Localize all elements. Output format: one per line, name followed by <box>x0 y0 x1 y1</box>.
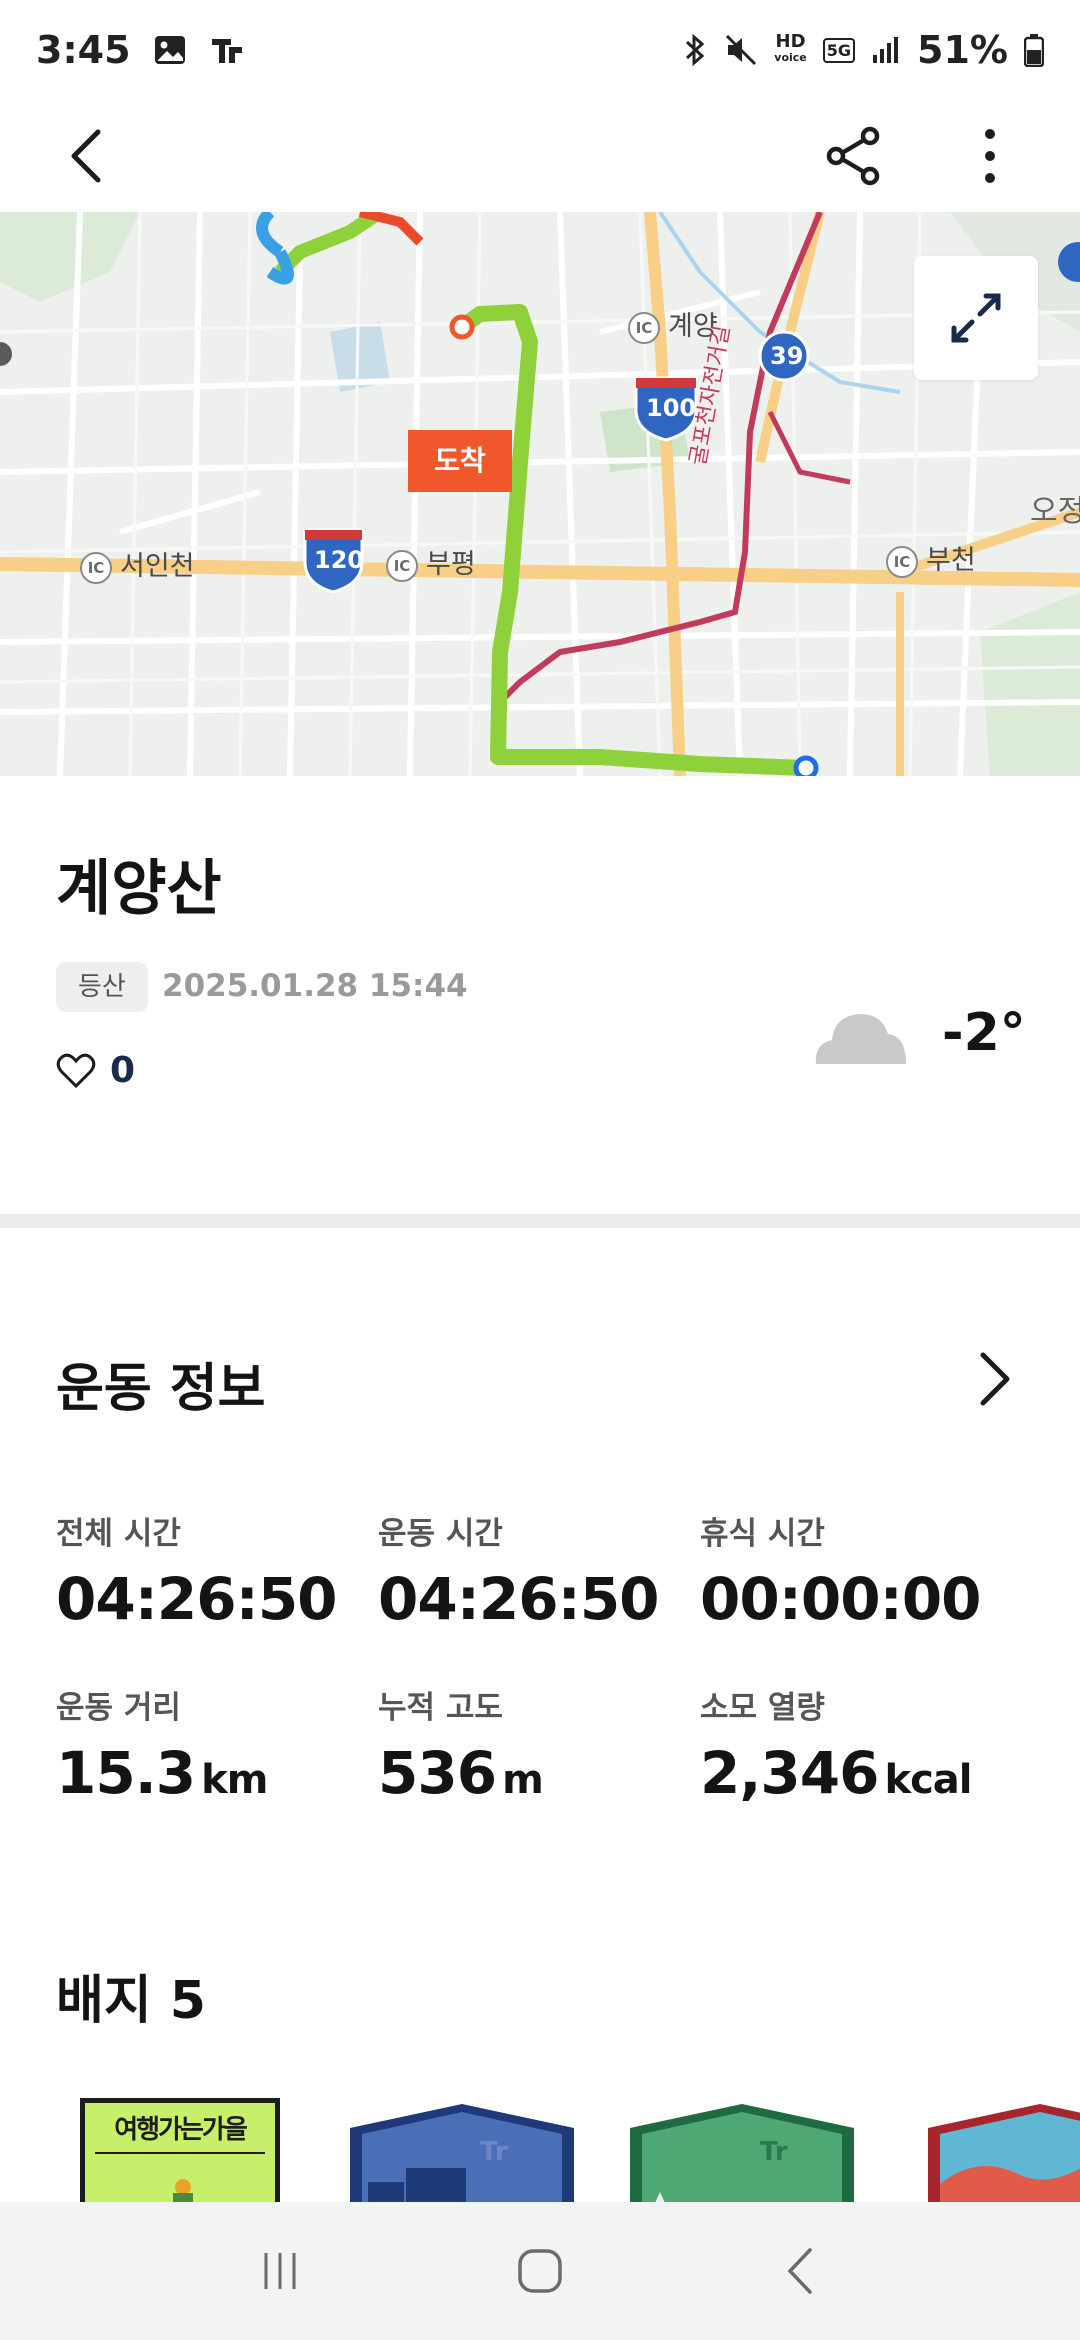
stat-label: 전체 시간 <box>56 1516 181 1552</box>
like-button[interactable]: 0 <box>56 1050 135 1091</box>
share-button[interactable] <box>816 118 892 194</box>
system-back-icon <box>787 2248 812 2294</box>
gallery-icon <box>153 33 187 67</box>
battery-icon <box>1024 33 1044 67</box>
cloud-icon <box>815 1014 906 1064</box>
label-text: 부천 <box>926 545 976 576</box>
map-label-ojeong: 오정 <box>1030 494 1080 529</box>
ic-badge: IC <box>886 545 918 578</box>
status-bar: 3:45 HD voice 5G 51% <box>0 0 1080 100</box>
stat-value: 04:26:50 <box>56 1565 376 1633</box>
stat-value: 15.3 km <box>56 1739 376 1807</box>
status-time: 3:45 <box>36 28 131 72</box>
stat-unit: kcal <box>884 1757 972 1803</box>
stat-calories: 소모 열량 2,346 kcal <box>700 1682 1020 1807</box>
label-text: 서인천 <box>120 551 195 582</box>
share-icon <box>826 126 880 186</box>
hd-voice-icon: HD voice <box>774 31 807 66</box>
voice-text: voice <box>774 51 807 64</box>
activity-date: 2025.01.28 15:44 <box>162 968 468 1004</box>
section-divider <box>0 1214 1080 1228</box>
ic-badge: IC <box>386 549 418 582</box>
badges-title: 배지 5 <box>56 1971 206 2031</box>
recent-apps-button[interactable] <box>235 2226 325 2316</box>
stat-value: 00:00:00 <box>700 1565 1020 1633</box>
svg-text:Tr: Tr <box>760 2137 788 2167</box>
status-right: HD voice 5G 51% <box>682 28 1044 72</box>
badge-line <box>95 2152 265 2154</box>
mute-icon <box>724 33 758 67</box>
badge-item[interactable] <box>928 2104 1080 2202</box>
hd-voice-text: HD <box>775 31 806 52</box>
chevron-right-icon <box>980 1352 1010 1406</box>
expand-icon <box>951 293 1001 343</box>
stat-total-time: 전체 시간 04:26:50 <box>56 1508 376 1633</box>
stat-value: 536 m <box>378 1739 698 1807</box>
stat-exercise-time: 운동 시간 04:26:50 <box>378 1508 698 1633</box>
svg-text:Tr: Tr <box>480 2137 508 2167</box>
bluetooth-icon <box>682 32 708 68</box>
hiker-icon <box>173 2179 193 2202</box>
network-5g-icon: 5G <box>822 37 856 63</box>
weather-info: -2° <box>812 1000 1026 1066</box>
badge-item[interactable]: Tr <box>350 2104 574 2202</box>
exercise-detail-button[interactable] <box>970 1346 1020 1412</box>
stat-value: 2,346 kcal <box>700 1739 1020 1807</box>
stat-value: 04:26:50 <box>378 1565 698 1633</box>
stat-number: 04:26:50 <box>56 1565 338 1633</box>
stat-rest-time: 휴식 시간 00:00:00 <box>700 1508 1020 1633</box>
expand-map-button[interactable] <box>914 256 1038 380</box>
stat-label: 소모 열량 <box>700 1690 825 1726</box>
home-icon <box>518 2249 562 2293</box>
stat-number: 2,346 <box>700 1739 879 1807</box>
badge-text: 여행가는가을 <box>114 2115 248 2145</box>
system-nav-bar <box>0 2202 1080 2340</box>
back-button[interactable] <box>48 118 124 194</box>
category-badge: 등산 <box>56 962 148 1012</box>
badge-item[interactable]: 여행가는가을 <box>80 2098 280 2202</box>
recent-apps-icon <box>264 2253 296 2289</box>
map-label-bupyeong: IC 부평 <box>386 542 476 582</box>
ic-badge: IC <box>80 551 112 584</box>
stat-label: 누적 고도 <box>378 1690 503 1726</box>
stat-label: 운동 시간 <box>378 1516 503 1552</box>
stat-elevation: 누적 고도 536 m <box>378 1682 698 1807</box>
more-options-button[interactable] <box>952 118 1028 194</box>
app-bar <box>0 100 1080 212</box>
exercise-section-title: 운동 정보 <box>56 1359 266 1419</box>
route-39-label: 39 <box>770 342 804 370</box>
map-label-seoincheon: IC 서인천 <box>80 544 195 584</box>
app-logo-icon <box>209 33 245 67</box>
battery-percent: 51% <box>917 28 1008 72</box>
signal-icon <box>871 35 901 65</box>
ic-badge: IC <box>628 311 660 344</box>
label-text: 부평 <box>426 549 476 580</box>
map-label-bucheon: IC 부천 <box>886 538 976 578</box>
badges-row: 여행가는가을 Tr Tr <box>0 2090 1080 2202</box>
activity-title: 계양산 <box>56 854 222 924</box>
stat-number: 00:00:00 <box>700 1565 982 1633</box>
like-count: 0 <box>110 1050 136 1091</box>
stat-unit: km <box>201 1757 268 1803</box>
status-left: 3:45 <box>36 28 245 72</box>
stat-label: 운동 거리 <box>56 1690 181 1726</box>
stat-label: 휴식 시간 <box>700 1516 825 1552</box>
more-vertical-icon <box>985 129 995 183</box>
temperature: -2° <box>942 1003 1026 1063</box>
heart-icon <box>56 1053 96 1088</box>
badge-item[interactable]: Tr <box>630 2104 854 2202</box>
chevron-left-icon <box>71 129 101 183</box>
home-button[interactable] <box>495 2226 585 2316</box>
arrive-marker: 도착 <box>408 430 512 492</box>
stat-distance: 운동 거리 15.3 km <box>56 1682 376 1807</box>
system-back-button[interactable] <box>755 2226 845 2316</box>
stat-unit: m <box>502 1757 544 1803</box>
stat-number: 536 <box>378 1739 497 1807</box>
network-text: 5G <box>826 40 852 60</box>
stat-number: 15.3 <box>56 1739 196 1807</box>
stat-number: 04:26:50 <box>378 1565 660 1633</box>
highway-120-label: 120 <box>314 546 365 574</box>
